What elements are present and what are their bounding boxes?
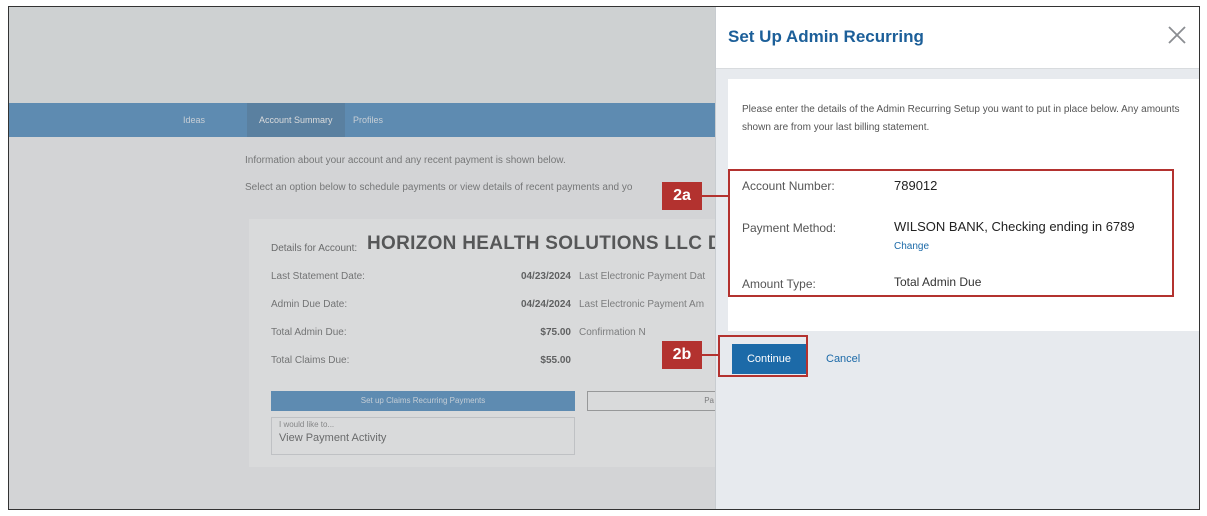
annotation-badge-2a: 2a — [662, 182, 702, 210]
panel-intro-text: Please enter the details of the Admin Re… — [742, 104, 1180, 133]
annotation-connector-2b — [702, 354, 718, 356]
annotation-connector-2a — [702, 195, 728, 197]
panel-title: Set Up Admin Recurring — [728, 27, 924, 46]
close-icon[interactable] — [1165, 23, 1189, 47]
panel-header: Set Up Admin Recurring — [716, 7, 1199, 69]
annotation-badge-2b: 2b — [662, 341, 702, 369]
annotation-box-2a — [728, 169, 1174, 297]
annotation-box-2b — [718, 335, 808, 377]
cancel-link[interactable]: Cancel — [826, 353, 860, 365]
